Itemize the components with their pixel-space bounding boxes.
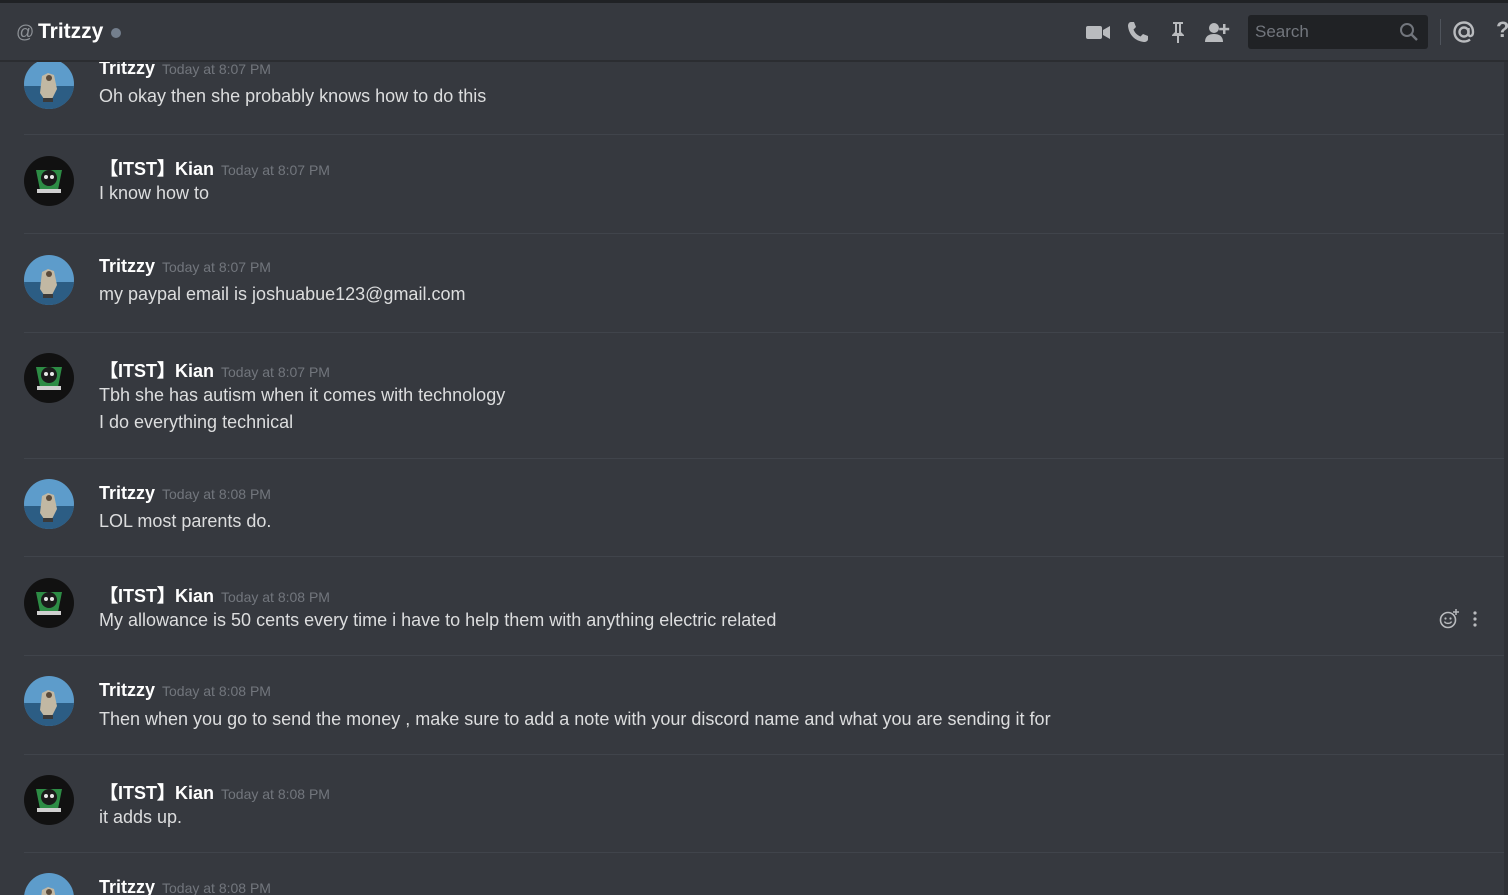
avatar[interactable] <box>24 775 74 825</box>
message-text: it adds up. <box>99 807 183 827</box>
channel-title: Tritzzy <box>38 20 104 43</box>
message-list: Tritzzy Today at 8:07 PM Oh okay then she… <box>0 62 1504 895</box>
search-input[interactable] <box>1248 15 1398 49</box>
search-bar[interactable] <box>1248 15 1428 49</box>
message-divider <box>24 852 1504 853</box>
add-friend-to-dm-icon[interactable] <box>1204 19 1230 45</box>
message-divider <box>24 332 1504 333</box>
message-author[interactable]: 【ITST】Kian <box>100 586 214 606</box>
avatar[interactable] <box>24 479 74 529</box>
message-author[interactable]: Tritzzy <box>99 877 155 895</box>
avatar[interactable] <box>24 255 74 305</box>
avatar[interactable] <box>24 578 74 628</box>
message-author[interactable]: 【ITST】Kian <box>100 783 214 803</box>
avatar[interactable] <box>24 873 74 895</box>
message-timestamp: Today at 8:08 PM <box>221 589 330 605</box>
message-author[interactable]: Tritzzy <box>99 62 155 78</box>
message-divider <box>24 233 1504 234</box>
video-call-icon[interactable] <box>1085 19 1111 45</box>
channel-header: @ Tritzzy ? <box>0 3 1508 62</box>
avatar[interactable] <box>24 156 74 206</box>
message-author[interactable]: Tritzzy <box>99 680 155 700</box>
message-text: My allowance is 50 cents every time i ha… <box>99 610 777 630</box>
message-author[interactable]: Tritzzy <box>99 256 155 276</box>
message-timestamp: Today at 8:07 PM <box>162 259 271 275</box>
message-timestamp: Today at 8:08 PM <box>162 683 271 699</box>
offline-status-indicator <box>111 28 121 38</box>
message-timestamp: Today at 8:07 PM <box>221 162 330 178</box>
message-divider <box>24 134 1504 135</box>
message-timestamp: Today at 8:07 PM <box>162 62 271 77</box>
message-divider <box>24 754 1504 755</box>
search-icon[interactable] <box>1399 22 1419 42</box>
message-author[interactable]: Tritzzy <box>99 483 155 503</box>
message-text: Oh okay then she probably knows how to d… <box>99 86 487 106</box>
message-text: Tbh she has autism when it comes with te… <box>99 385 506 405</box>
message-divider <box>24 655 1504 656</box>
message-text: LOL most parents do. <box>99 511 272 531</box>
more-options-icon[interactable] <box>1464 608 1486 630</box>
message-author[interactable]: 【ITST】Kian <box>100 159 214 179</box>
avatar[interactable] <box>24 676 74 726</box>
help-icon[interactable]: ? <box>1496 17 1508 43</box>
message-timestamp: Today at 8:08 PM <box>221 786 330 802</box>
add-reaction-icon[interactable] <box>1438 608 1460 630</box>
header-divider <box>1440 19 1441 45</box>
scrollbar-track[interactable] <box>1504 62 1508 895</box>
at-icon: @ <box>16 22 35 42</box>
message-text: I do everything technical <box>99 412 294 432</box>
avatar[interactable] <box>24 62 74 109</box>
message-text: Then when you go to send the money , mak… <box>99 709 1051 729</box>
message-text: I know how to <box>99 183 210 203</box>
message-divider <box>24 556 1504 557</box>
mentions-icon[interactable] <box>1451 19 1477 45</box>
message-author[interactable]: 【ITST】Kian <box>100 361 214 381</box>
message-timestamp: Today at 8:08 PM <box>162 486 271 502</box>
message-timestamp: Today at 8:08 PM <box>162 880 271 895</box>
avatar[interactable] <box>24 353 74 403</box>
pinned-messages-icon[interactable] <box>1165 19 1191 45</box>
message-text: my paypal email is joshuabue123@gmail.co… <box>99 284 466 304</box>
message-divider <box>24 458 1504 459</box>
voice-call-icon[interactable] <box>1125 19 1151 45</box>
message-timestamp: Today at 8:07 PM <box>221 364 330 380</box>
